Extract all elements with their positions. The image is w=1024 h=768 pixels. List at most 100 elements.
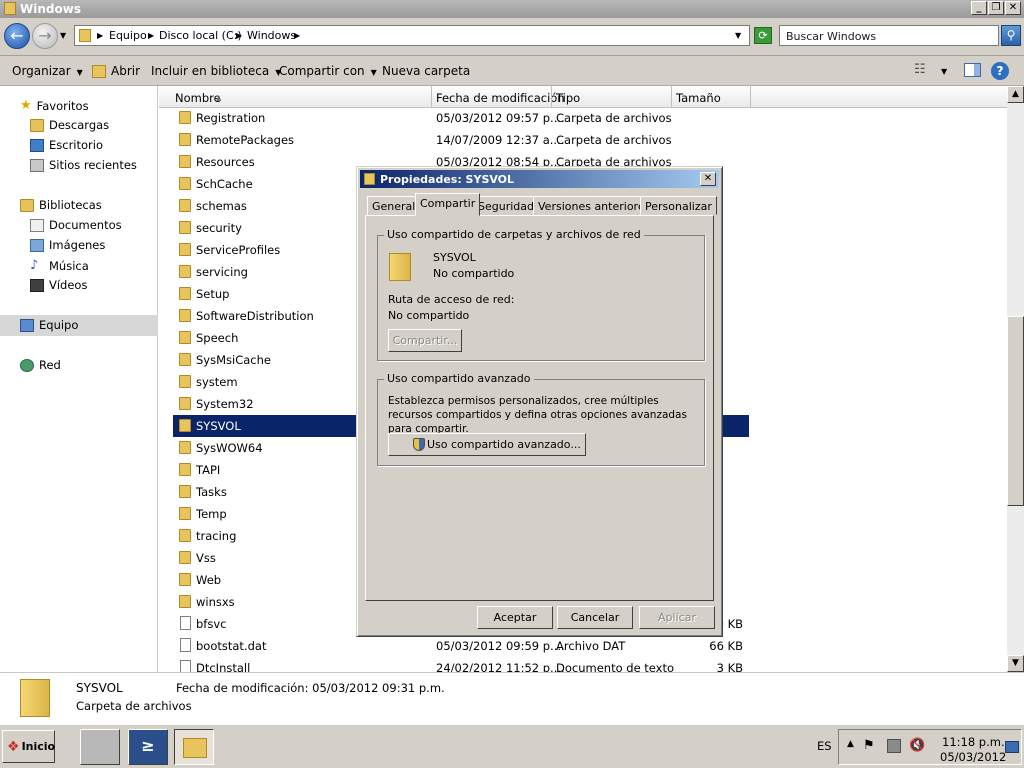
scroll-down-icon[interactable]: ▼ xyxy=(1007,655,1024,672)
apply-button[interactable]: Aplicar xyxy=(639,606,715,629)
share-button[interactable]: Compartir... xyxy=(388,329,462,352)
cancel-button[interactable]: Cancelar xyxy=(557,606,633,629)
show-desktop-icon[interactable] xyxy=(1005,741,1019,753)
tab-sharing[interactable]: Compartir xyxy=(415,193,481,216)
nav-computer[interactable]: Equipo xyxy=(20,318,78,332)
column-size[interactable]: Tamaño xyxy=(676,91,721,105)
breadcrumb-separator-icon[interactable]: ▶ xyxy=(97,31,103,40)
file-name: schemas xyxy=(196,199,247,213)
volume-muted-icon[interactable]: 🔇 xyxy=(909,738,925,753)
forward-button[interactable]: → xyxy=(32,23,58,49)
close-button[interactable]: ✕ xyxy=(1005,1,1021,15)
clock-date[interactable]: 05/03/2012 xyxy=(940,750,1006,764)
nav-downloads[interactable]: Descargas xyxy=(30,118,109,132)
nav-music[interactable]: ♪ Música xyxy=(30,258,89,273)
file-name: TAPI xyxy=(196,463,221,477)
file-name: servicing xyxy=(196,265,248,279)
folder-icon xyxy=(179,419,191,432)
scroll-up-icon[interactable]: ▲ xyxy=(1007,86,1024,103)
folder-share-status: No compartido xyxy=(433,267,515,280)
network-tray-icon[interactable] xyxy=(887,739,901,753)
nav-images[interactable]: Imágenes xyxy=(30,238,105,252)
folder-icon xyxy=(179,331,191,344)
preview-pane-icon[interactable] xyxy=(964,63,981,77)
address-input[interactable]: ▶ Equipo ▶ Disco local (C:) ▶ Windows ▶ … xyxy=(74,25,750,46)
show-hidden-icons-icon[interactable]: ▲ xyxy=(847,739,854,749)
nav-desktop[interactable]: Escritorio xyxy=(30,138,103,152)
dialog-close-button[interactable]: ✕ xyxy=(700,172,716,186)
breadcrumb-disk[interactable]: Disco local (C:) xyxy=(159,29,242,42)
file-date: 14/07/2009 12:37 a.... xyxy=(436,133,565,147)
table-row[interactable]: RemotePackages 14/07/2009 12:37 a.... Carp… xyxy=(173,129,749,151)
dialog-title: Propiedades: SYSVOL xyxy=(380,173,515,186)
table-row[interactable]: Registration 05/03/2012 09:57 p.... Carpet… xyxy=(173,107,749,129)
system-tray: ▲ ⚑ 🔇 11:18 p.m. 05/03/2012 xyxy=(838,729,1022,765)
file-size: 66 KB xyxy=(709,639,743,653)
column-type[interactable]: Tipo xyxy=(556,91,580,105)
tab-customize[interactable]: Personalizar xyxy=(640,196,717,215)
nav-videos[interactable]: Vídeos xyxy=(30,278,87,292)
column-divider[interactable] xyxy=(431,86,432,108)
advanced-sharing-group: Uso compartido avanzado Establezca permi… xyxy=(377,372,705,466)
column-date[interactable]: Fecha de modificación xyxy=(436,91,565,105)
search-input[interactable]: Buscar Windows xyxy=(779,25,999,46)
vertical-scrollbar[interactable]: ▲ ▼ xyxy=(1007,86,1024,672)
clock-time[interactable]: 11:18 p.m. xyxy=(942,735,1005,749)
advanced-sharing-button[interactable]: Uso compartido avanzado... xyxy=(388,433,586,456)
tab-security[interactable]: Seguridad xyxy=(473,196,539,215)
breadcrumb-separator-icon[interactable]: ▶ xyxy=(236,31,242,40)
tab-previous-versions[interactable]: Versiones anteriores xyxy=(533,196,656,215)
restore-button[interactable]: ❐ xyxy=(988,1,1004,15)
column-name[interactable]: Nombre xyxy=(175,91,221,105)
tab-general[interactable]: General xyxy=(367,196,421,215)
images-icon xyxy=(30,238,44,252)
view-options-icon[interactable]: ☷ xyxy=(914,62,926,77)
scroll-thumb[interactable] xyxy=(1007,316,1024,506)
include-library-menu[interactable]: Incluir en biblioteca ▼ xyxy=(151,64,281,78)
server-manager-taskbar-icon[interactable] xyxy=(80,729,120,765)
open-button[interactable]: Abrir xyxy=(111,64,140,78)
computer-icon xyxy=(20,318,34,332)
file-name: security xyxy=(196,221,242,235)
powershell-taskbar-icon[interactable]: ≥ xyxy=(128,729,168,765)
minimize-button[interactable]: _ xyxy=(971,1,987,15)
window-title: Windows xyxy=(20,2,81,16)
ok-button[interactable]: Aceptar xyxy=(477,606,553,629)
organize-menu[interactable]: Organizar ▼ xyxy=(12,64,83,78)
nav-documents[interactable]: Documentos xyxy=(30,218,122,232)
nav-libraries[interactable]: Bibliotecas xyxy=(20,198,102,212)
nav-recent[interactable]: Sitios recientes xyxy=(30,158,137,172)
folder-icon xyxy=(364,173,375,185)
column-divider[interactable] xyxy=(671,86,672,108)
details-pane: SYSVOL Fecha de modificación: 05/03/2012… xyxy=(0,672,1024,724)
column-divider[interactable] xyxy=(750,86,751,108)
column-divider[interactable] xyxy=(551,86,552,108)
address-dropdown-icon[interactable]: ▼ xyxy=(735,31,741,40)
back-button[interactable]: ← xyxy=(4,23,30,49)
breadcrumb-separator-icon[interactable]: ▶ xyxy=(148,31,154,40)
folder-icon xyxy=(4,2,16,15)
breadcrumb-windows[interactable]: Windows xyxy=(247,29,296,42)
start-button[interactable]: ❖ Inicio xyxy=(2,730,55,763)
file-name: SchCache xyxy=(196,177,253,191)
action-center-flag-icon[interactable]: ⚑ xyxy=(863,738,875,753)
breadcrumb-equipo[interactable]: Equipo xyxy=(109,29,147,42)
uac-shield-icon xyxy=(413,438,425,451)
refresh-button[interactable]: ⟳ xyxy=(754,27,772,44)
search-icon[interactable]: ⚲ xyxy=(1001,25,1021,46)
nav-network[interactable]: Red xyxy=(20,358,61,372)
breadcrumb-separator-icon[interactable]: ▶ xyxy=(294,31,300,40)
share-with-menu[interactable]: Compartir con ▼ xyxy=(279,64,377,78)
new-folder-button[interactable]: Nueva carpeta xyxy=(382,64,470,78)
help-icon[interactable]: ? xyxy=(991,62,1009,80)
recent-pages-chevron-icon[interactable]: ▼ xyxy=(60,31,66,40)
folder-icon xyxy=(179,463,191,476)
network-icon xyxy=(20,358,34,372)
explorer-taskbar-icon[interactable] xyxy=(174,729,214,765)
folder-icon xyxy=(179,441,191,454)
nav-favorites[interactable]: ★ Favoritos xyxy=(20,98,89,113)
network-path-value: No compartido xyxy=(388,309,470,322)
table-row[interactable]: bootstat.dat 05/03/2012 09:59 p.... Archiv… xyxy=(173,635,749,657)
language-indicator[interactable]: ES xyxy=(817,739,832,753)
view-dropdown-icon[interactable]: ▼ xyxy=(941,67,947,76)
